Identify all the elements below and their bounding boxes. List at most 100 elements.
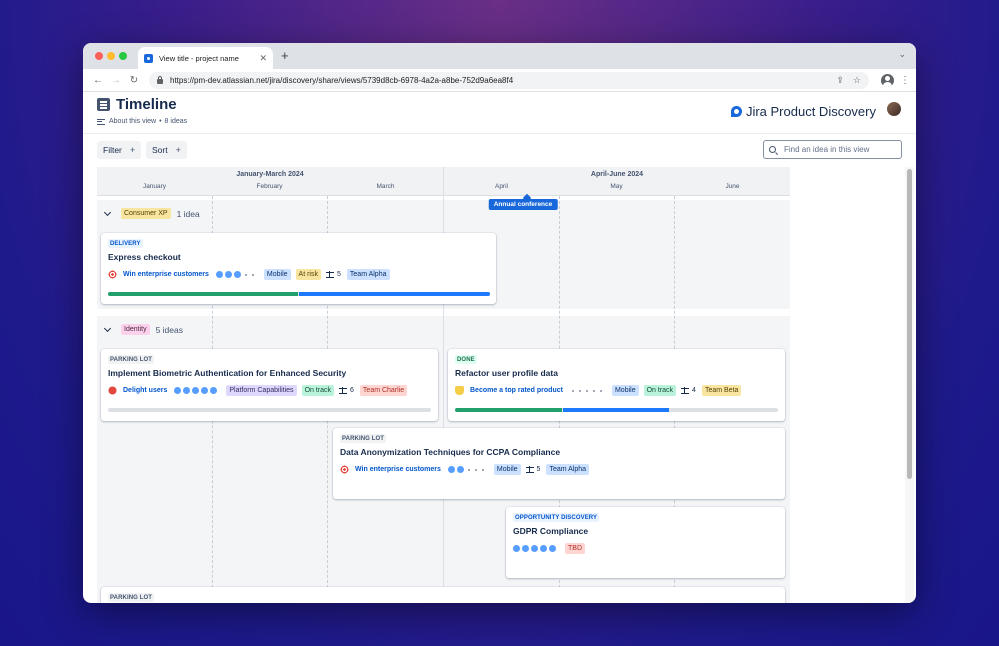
rating-dot-empty	[467, 468, 470, 471]
bookmark-star-icon[interactable]: ☆	[853, 75, 861, 86]
scrollbar-thumb[interactable]	[907, 169, 912, 479]
app-header: Timeline About this view • 8 ideas Jira …	[83, 92, 916, 134]
rating-dot-filled	[215, 271, 223, 278]
about-view-link[interactable]: About this view • 8 ideas	[97, 118, 187, 125]
trophy-icon	[455, 386, 464, 395]
idea-fields: TBD	[513, 543, 590, 554]
tab-title: View title - project name	[159, 53, 239, 63]
chevron-down-icon[interactable]	[103, 324, 112, 332]
rating-dots	[513, 545, 558, 552]
idea-card-partial[interactable]: PARKING LOT	[101, 587, 785, 603]
idea-fields: Delight users Platform Capabilities On t…	[108, 385, 412, 396]
rating-dot-empty	[571, 389, 574, 392]
month-label: June	[725, 183, 740, 190]
idea-card-express-checkout[interactable]: DELIVERY Express checkout Win enterprise…	[101, 233, 496, 304]
product-logo: Jira Product Discovery	[730, 104, 876, 119]
about-label: About this view	[109, 118, 157, 125]
status-lozenge: DELIVERY	[108, 239, 143, 248]
platform-chip: Mobile	[611, 385, 639, 396]
status-lozenge: PARKING LOT	[108, 593, 154, 602]
brand-name: Jira Product Discovery	[745, 104, 876, 119]
vertical-scrollbar[interactable]	[905, 167, 914, 603]
idea-card-data-anonymization[interactable]: PARKING LOT Data Anonymization Technique…	[333, 428, 785, 499]
share-icon[interactable]: ⇪	[836, 75, 844, 86]
month-label: February	[256, 183, 283, 190]
quarter-label: January-March 2024	[236, 171, 304, 178]
search-placeholder: Find an idea in this view	[784, 145, 870, 154]
effort-field: 6	[339, 387, 354, 394]
team-chip: Team Beta	[701, 385, 742, 396]
rating-dots	[570, 389, 605, 392]
rating-dot-filled	[447, 466, 455, 473]
idea-card-gdpr-compliance[interactable]: OPPORTUNITY DISCOVERY GDPR Compliance TB…	[506, 507, 785, 578]
platform-chip: Mobile	[493, 464, 521, 475]
idea-title: Refactor user profile data	[455, 368, 558, 378]
month-label: April	[494, 183, 508, 190]
goal-label: Delight users	[123, 387, 168, 394]
rating-dot-filled	[531, 545, 538, 552]
group-header-identity[interactable]: Identity 5 ideas	[103, 324, 183, 335]
target-icon	[340, 465, 349, 474]
browser-menu-icon[interactable]: ⋮	[900, 75, 910, 86]
group-count: 1 idea	[176, 208, 200, 219]
new-tab-button[interactable]: +	[281, 48, 289, 63]
tbd-chip: TBD	[565, 543, 585, 554]
group-header-consumer-xp[interactable]: Consumer XP 1 idea	[103, 208, 200, 219]
timeline-grid: January-March 2024 April-June 2024 Janua…	[97, 167, 790, 603]
view-toolbar: Filter + Sort + Find an idea in this vie…	[83, 134, 916, 167]
forward-arrow-icon[interactable]: →	[107, 75, 125, 86]
rating-dot-filled	[201, 387, 209, 394]
scale-icon	[681, 387, 690, 394]
goal-label: Win enterprise customers	[355, 466, 441, 473]
group-count: 5 ideas	[155, 324, 183, 335]
goal-field: Become a top rated product	[455, 386, 563, 395]
back-arrow-icon[interactable]: ←	[89, 75, 107, 86]
idea-title: Implement Biometric Authentication for E…	[108, 368, 347, 378]
goal-field: Delight users	[108, 386, 167, 395]
browser-profile-icon[interactable]	[881, 73, 894, 87]
idea-fields: Win enterprise customers Mobile At risk …	[108, 269, 395, 280]
ideas-count: 8 ideas	[164, 118, 188, 125]
team-chip: Team Alpha	[546, 464, 590, 475]
rating-dot-filled	[210, 387, 218, 394]
status-chip: On track	[301, 385, 335, 396]
add-filter-icon: +	[129, 145, 136, 155]
rating-dot-filled	[522, 545, 529, 552]
search-input[interactable]: Find an idea in this view	[763, 140, 902, 159]
tab-bar: View title - project name ✕ + ⌄	[83, 43, 916, 69]
idea-card-biometric-authentication[interactable]: PARKING LOT Implement Biometric Authenti…	[101, 349, 438, 421]
filter-button[interactable]: Filter +	[97, 141, 142, 159]
sort-button[interactable]: Sort +	[146, 141, 187, 159]
separator-dot: •	[159, 118, 162, 125]
idea-title: Data Anonymization Techniques for CCPA C…	[340, 447, 561, 457]
browser-tab[interactable]: View title - project name ✕	[138, 47, 273, 69]
scale-icon	[339, 387, 348, 394]
chevron-down-icon[interactable]	[103, 208, 112, 216]
rating-dot-empty	[251, 273, 254, 276]
timeline-view-icon	[97, 98, 110, 111]
status-lozenge: PARKING LOT	[108, 355, 154, 364]
rating-dot-empty	[585, 389, 588, 392]
maximize-window-button[interactable]	[119, 52, 127, 60]
status-chip: At risk	[295, 269, 321, 280]
milestone-label[interactable]: Annual conference	[488, 199, 558, 210]
url-field[interactable]: https://pm-dev.atlassian.net/jira/discov…	[149, 71, 869, 89]
status-lozenge: PARKING LOT	[340, 434, 386, 443]
quarter-divider	[443, 167, 444, 196]
effort-field: 5	[525, 466, 540, 473]
minimize-window-button[interactable]	[107, 52, 115, 60]
reload-icon[interactable]: ↻	[125, 75, 143, 86]
avatar[interactable]	[887, 102, 901, 116]
jira-favicon-icon	[144, 53, 153, 63]
rating-dot-filled	[183, 387, 191, 394]
goal-label: Win enterprise customers	[123, 271, 209, 278]
close-window-button[interactable]	[95, 52, 103, 60]
idea-card-refactor-user-profile[interactable]: DONE Refactor user profile data Become a…	[448, 349, 785, 421]
rating-dot-filled	[456, 466, 464, 473]
idea-title: GDPR Compliance	[513, 526, 589, 536]
rating-dot-filled	[233, 271, 241, 278]
idea-fields: Win enterprise customers Mobile 5 Team A…	[340, 464, 594, 475]
group-label: Consumer XP	[121, 208, 171, 219]
close-tab-icon[interactable]: ✕	[259, 53, 267, 64]
tab-search-chevron-icon[interactable]: ⌄	[898, 49, 906, 60]
